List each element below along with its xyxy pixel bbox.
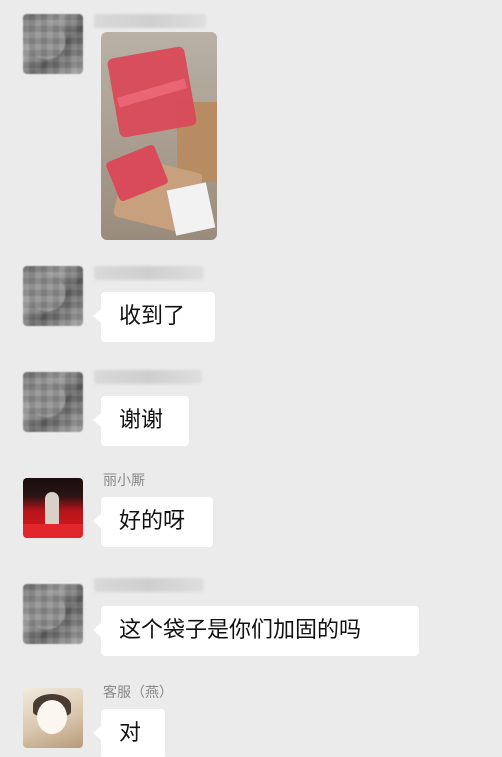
avatar[interactable] (23, 688, 83, 748)
sender-name-blurred (94, 14, 206, 28)
image-attachment[interactable] (101, 32, 217, 240)
sender-name: 丽小厮 (103, 473, 145, 489)
chat-message (0, 0, 502, 250)
message-bubble[interactable]: 对 (93, 709, 165, 757)
chat-message: 客服（燕） 对 (0, 682, 502, 757)
chat-message: 收到了 (0, 250, 502, 360)
sender-name: 客服（燕） (103, 685, 173, 701)
photo-paper (166, 182, 216, 236)
chat-message: 谢谢 (0, 360, 502, 470)
chat-message: 丽小厮 好的呀 (0, 470, 502, 580)
avatar[interactable] (23, 478, 83, 538)
avatar-stage-shape (23, 524, 83, 538)
sender-name-blurred (94, 266, 204, 280)
avatar[interactable] (23, 372, 83, 432)
message-bubble[interactable]: 这个袋子是你们加固的吗 (93, 606, 419, 656)
message-bubble[interactable]: 好的呀 (93, 497, 213, 547)
avatar[interactable] (23, 266, 83, 326)
message-bubble[interactable]: 谢谢 (93, 396, 189, 446)
sender-name-blurred (94, 370, 202, 384)
avatar-person-shape (45, 492, 59, 526)
chat-message: 这个袋子是你们加固的吗 (0, 576, 502, 686)
avatar[interactable] (23, 14, 83, 74)
message-bubble[interactable]: 收到了 (93, 292, 215, 342)
avatar-face-shape (37, 700, 67, 734)
sender-name-blurred (94, 578, 204, 592)
chat-window: 收到了 谢谢 丽小厮 好的呀 这个袋子是你们加固的吗 客服（燕） 对 (0, 0, 502, 757)
avatar[interactable] (23, 584, 83, 644)
